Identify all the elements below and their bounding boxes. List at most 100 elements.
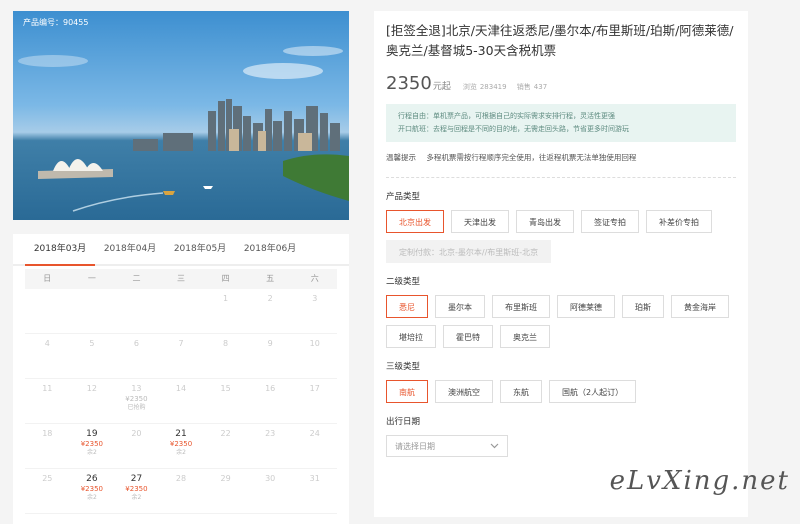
option-melbourne[interactable]: 墨尔本 [435, 295, 485, 318]
calendar-day-cell: 11 [25, 379, 70, 423]
tab-2018-03[interactable]: 2018年03月 [25, 234, 95, 266]
option-canberra[interactable]: 堪培拉 [386, 325, 436, 348]
price-unit: 元起 [432, 82, 451, 92]
travel-date-placeholder: 请选择日期 [395, 441, 435, 451]
option-auckland[interactable]: 奥克兰 [500, 325, 550, 348]
calendar-day-cell[interactable]: 21 ¥2350 余2 [159, 424, 204, 468]
calendar-day-cell: 5 [70, 334, 115, 378]
option-price-difference[interactable]: 补差价专拍 [646, 210, 712, 233]
option-perth[interactable]: 珀斯 [622, 295, 664, 318]
tip-text: 多程机票需按行程顺序完全使用，往返程机票无法单独使用回程 [426, 153, 637, 162]
product-type-label: 产品类型 [386, 192, 421, 202]
calendar-day-cell: 16 [248, 379, 293, 423]
option-china-eastern[interactable]: 东航 [500, 380, 542, 403]
calendar-weeks: 1 2 3 4 5 6 7 8 9 10 11 12 13 ¥2350 已抢购 14 15 16 17 18 19 ¥23… [25, 289, 337, 514]
day-number: 16 [265, 384, 276, 393]
travel-date-label: 出行日期 [386, 417, 421, 427]
option-hobart[interactable]: 霍巴特 [443, 325, 493, 348]
day-number: 10 [309, 339, 320, 348]
weekday-label: 四 [221, 274, 230, 283]
day-number [114, 294, 159, 305]
info-box: 行程自由：单机票产品，可根据自己的实际需求安排行程，灵活性更强 开口航班：去程与… [386, 104, 736, 142]
option-qingdao-departure[interactable]: 青岛出发 [516, 210, 574, 233]
calendar-day-cell [70, 289, 115, 333]
day-number: 22 [220, 429, 231, 438]
day-number [70, 294, 115, 305]
calendar-day-cell: 31 [292, 469, 337, 513]
stats: 浏览 283419 销售 437 [463, 82, 555, 92]
calendar-week-row: 11 12 13 ¥2350 已抢购 14 15 16 17 [25, 379, 337, 424]
calendar-day-cell: 8 [203, 334, 248, 378]
calendar-day-cell: 2 [248, 289, 293, 333]
sales-label: 销售 [516, 83, 531, 91]
option-beijing-departure[interactable]: 北京出发 [386, 210, 444, 233]
day-number: 21 [175, 429, 187, 439]
day-number: 18 [42, 429, 53, 438]
day-number: 9 [267, 339, 273, 348]
date-calendar: 2018年03月 2018年04月 2018年05月 2018年06月 日 一 … [13, 234, 349, 524]
tab-2018-05[interactable]: 2018年05月 [165, 234, 235, 264]
month-tabs: 2018年03月 2018年04月 2018年05月 2018年06月 [13, 234, 349, 266]
calendar-week-row: 25 26 ¥2350 余2 27 ¥2350 余2 28 29 30 31 [25, 469, 337, 514]
calendar-day-cell[interactable]: 19 ¥2350 余2 [70, 424, 115, 468]
option-qantas[interactable]: 澳洲航空 [435, 380, 493, 403]
calendar-day-cell: 6 [114, 334, 159, 378]
day-stock: 余2 [86, 449, 97, 456]
calendar-day-cell: 22 [203, 424, 248, 468]
day-number: 5 [89, 339, 95, 348]
left-column: 产品编号：90455 2018年03月 2018年04月 2018年05月 20… [13, 11, 349, 524]
calendar-day-cell: 20 [114, 424, 159, 468]
option-sydney[interactable]: 悉尼 [386, 295, 428, 318]
level2-type-label: 二级类型 [386, 277, 421, 287]
views-label: 浏览 [462, 83, 477, 91]
calendar-day-cell[interactable]: 26 ¥2350 余2 [70, 469, 115, 513]
calendar-day-cell: 13 ¥2350 已抢购 [114, 379, 159, 423]
day-number: 27 [130, 474, 143, 484]
calendar-day-cell: 1 [203, 289, 248, 333]
calendar-day-cell [114, 289, 159, 333]
calendar-day-cell[interactable]: 27 ¥2350 余2 [114, 469, 159, 513]
tip-label: 温馨提示 [386, 153, 416, 162]
calendar-day-cell: 9 [248, 334, 293, 378]
option-adelaide[interactable]: 阿德莱德 [557, 295, 615, 318]
calendar-day-cell: 23 [248, 424, 293, 468]
calendar-day-cell: 18 [25, 424, 70, 468]
day-number: 19 [86, 429, 98, 439]
calendar-day-cell: 24 [292, 424, 337, 468]
option-tianjin-departure[interactable]: 天津出发 [451, 210, 509, 233]
option-gold-coast[interactable]: 黄金海岸 [671, 295, 729, 318]
calendar-day-cell: 17 [292, 379, 337, 423]
day-price: ¥2350 [80, 485, 103, 493]
weekday-label: 五 [266, 274, 275, 283]
weekday-header: 日 一 二 三 四 五 六 [25, 269, 337, 289]
tab-2018-04[interactable]: 2018年04月 [95, 234, 165, 264]
day-number: 31 [309, 474, 320, 483]
day-stock: 余2 [86, 494, 97, 501]
product-panel: [拒签全退]北京/天津往返悉尼/墨尔本/布里斯班/珀斯/阿德莱德/奥克兰/基督城… [374, 11, 748, 517]
day-number: 8 [223, 339, 229, 348]
day-number [25, 294, 70, 305]
calendar-day-cell [159, 289, 204, 333]
day-number: 23 [265, 429, 276, 438]
tab-2018-06[interactable]: 2018年06月 [235, 234, 305, 264]
day-number: 7 [178, 339, 184, 348]
option-china-southern[interactable]: 南航 [386, 380, 428, 403]
travel-date-select[interactable]: 请选择日期 [386, 435, 508, 457]
day-number: 20 [131, 429, 142, 438]
calendar-day-cell: 3 [292, 289, 337, 333]
price-value: 2350 [386, 73, 432, 94]
tip-line: 温馨提示 多程机票需按行程顺序完全使用，往返程机票无法单独使用回程 [386, 152, 736, 178]
option-brisbane[interactable]: 布里斯班 [492, 295, 550, 318]
day-number: 30 [265, 474, 276, 483]
option-visa-special[interactable]: 签证专拍 [581, 210, 639, 233]
day-number: 15 [220, 384, 231, 393]
calendar-day-cell: 7 [159, 334, 204, 378]
calendar-day-cell: 15 [203, 379, 248, 423]
day-stock: 余2 [131, 494, 142, 501]
product-type-options: 北京出发 天津出发 青岛出发 签证专拍 补差价专拍 定制付款：北京-墨尔本//布… [386, 210, 736, 263]
day-number [159, 294, 204, 305]
calendar-day-cell: 10 [292, 334, 337, 378]
watermark-logo: eLvXing.net [609, 466, 790, 496]
day-price: ¥2350 [125, 485, 148, 493]
option-air-china[interactable]: 国航（2人起订） [549, 380, 637, 403]
